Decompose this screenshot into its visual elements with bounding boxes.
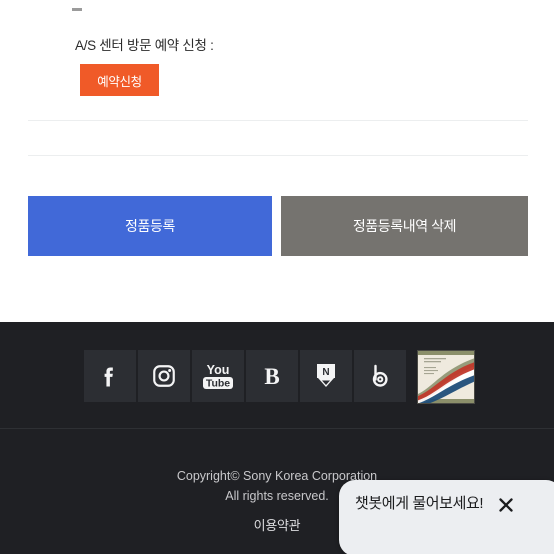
band-icon — [366, 362, 394, 390]
as-center-visit-request-label: A/S 센터 방문 예약 신청 : — [75, 38, 214, 53]
svg-text:N: N — [322, 367, 329, 378]
section-divider-bottom — [28, 155, 528, 156]
product-register-button[interactable]: 정품등록 — [28, 196, 272, 256]
facebook-link[interactable] — [84, 350, 136, 402]
blog-icon: B — [259, 362, 285, 390]
facebook-icon — [97, 363, 123, 389]
footer-divider — [0, 428, 554, 429]
youtube-icon: You Tube — [200, 361, 236, 391]
instagram-icon — [151, 363, 177, 389]
brochure-thumbnail[interactable] — [417, 350, 475, 404]
reservation-request-button[interactable]: 예약신청 — [80, 64, 159, 96]
page-root: A/S 센터 방문 예약 신청 : 예약신청 정품등록 정품등록내역 삭제 Yo… — [0, 0, 554, 554]
close-icon — [497, 496, 515, 517]
svg-text:B: B — [264, 364, 279, 389]
band-link[interactable] — [354, 350, 406, 402]
svg-text:Tube: Tube — [206, 378, 230, 390]
main-content: A/S 센터 방문 예약 신청 : 예약신청 정품등록 정품등록내역 삭제 — [0, 0, 554, 322]
chatbot-prompt-bubble[interactable]: 챗봇에게 물어보세요! — [339, 480, 554, 554]
truncated-divider-dash — [72, 8, 82, 11]
chatbot-prompt-text: 챗봇에게 물어보세요! — [355, 495, 484, 512]
naver-link[interactable]: N — [300, 350, 352, 402]
svg-text:You: You — [207, 363, 230, 377]
instagram-link[interactable] — [138, 350, 190, 402]
action-button-row: 정품등록 정품등록내역 삭제 — [0, 196, 554, 256]
social-links-row: You Tube B N — [84, 350, 475, 404]
product-register-history-delete-button[interactable]: 정품등록내역 삭제 — [281, 196, 528, 256]
chatbot-close-button[interactable] — [494, 494, 518, 518]
terms-of-use-link[interactable]: 이용약관 — [254, 518, 301, 533]
youtube-link[interactable]: You Tube — [192, 350, 244, 402]
naver-icon: N — [313, 361, 339, 391]
blog-link[interactable]: B — [246, 350, 298, 402]
section-divider-top — [28, 120, 528, 121]
